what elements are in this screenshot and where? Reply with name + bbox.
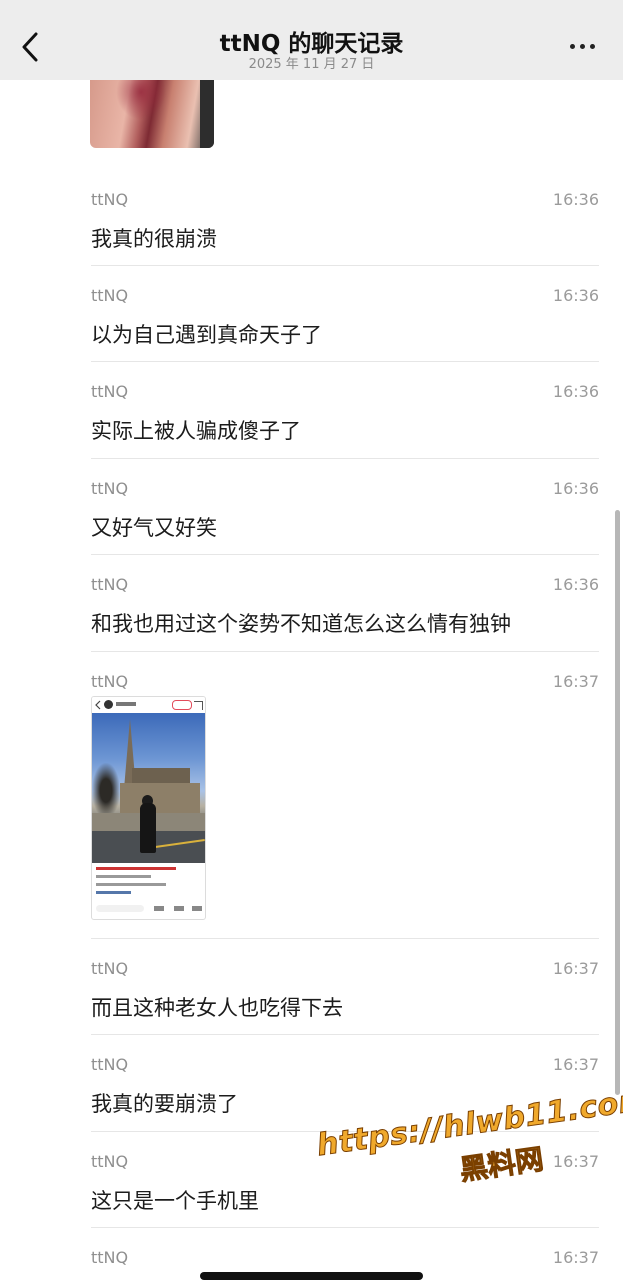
- sender-name: ttNQ: [91, 1055, 129, 1074]
- divider: [91, 651, 599, 652]
- message-time: 16:36: [552, 575, 599, 594]
- divider: [91, 265, 599, 266]
- sender-name: ttNQ: [91, 672, 129, 691]
- sender-name: ttNQ: [91, 382, 129, 401]
- message-text: 和我也用过这个姿势不知道怎么这么情有独钟: [91, 612, 511, 636]
- message-text: 而且这种老女人也吃得下去: [91, 996, 343, 1020]
- message-time: 16:37: [552, 959, 599, 978]
- message-time: 16:36: [552, 382, 599, 401]
- screenshot-thumbnail[interactable]: [91, 696, 206, 920]
- message-text: 实际上被人骗成傻子了: [91, 419, 301, 443]
- divider: [91, 938, 599, 939]
- sender-name: ttNQ: [91, 286, 129, 305]
- chat-date: 2025 年 11 月 27 日: [248, 57, 375, 72]
- divider: [91, 361, 599, 362]
- message-item[interactable]: ttNQ 16:37: [0, 672, 623, 942]
- message-text: 我真的要崩溃了: [91, 1092, 238, 1116]
- more-dots-icon[interactable]: [566, 38, 600, 54]
- divider: [91, 554, 599, 555]
- message-text: 以为自己遇到真命天子了: [91, 323, 322, 347]
- message-time: 16:36: [552, 286, 599, 305]
- sender-name: ttNQ: [91, 1248, 129, 1267]
- chat-header: ttNQ 的聊天记录 2025 年 11 月 27 日: [0, 0, 623, 80]
- watermark-name: 黑料网: [457, 1142, 546, 1187]
- sender-name: ttNQ: [91, 1152, 129, 1171]
- message-text: 我真的很崩溃: [91, 227, 217, 251]
- divider: [91, 1034, 599, 1035]
- message-text: 这只是一个手机里: [91, 1189, 259, 1213]
- sender-name: ttNQ: [91, 190, 129, 209]
- message-time: 16:36: [552, 479, 599, 498]
- sender-name: ttNQ: [91, 479, 129, 498]
- message-time: 16:37: [552, 1248, 599, 1267]
- divider: [91, 1227, 599, 1228]
- message-time: 16:37: [552, 672, 599, 691]
- image-attachment[interactable]: [90, 80, 214, 148]
- sender-name: ttNQ: [91, 575, 129, 594]
- scrollbar[interactable]: [615, 510, 620, 1095]
- divider: [91, 458, 599, 459]
- home-indicator[interactable]: [200, 1272, 423, 1280]
- sender-name: ttNQ: [91, 959, 129, 978]
- message-time: 16:36: [552, 190, 599, 209]
- message-text: 又好气又好笑: [91, 516, 217, 540]
- message-time: 16:37: [552, 1055, 599, 1074]
